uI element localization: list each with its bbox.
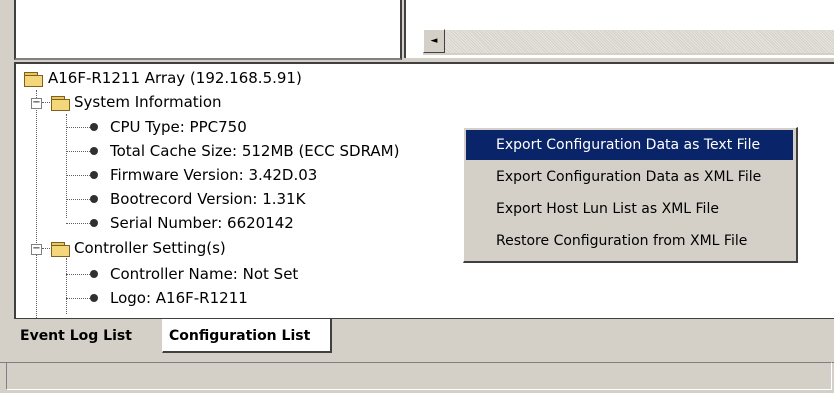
tree-node-system-information[interactable]: − System Information bbox=[31, 90, 331, 114]
tree-node-label: Controller Setting(s) bbox=[74, 239, 226, 257]
tree-leaf-label: CPU Type: PPC750 bbox=[110, 118, 247, 136]
tree-leaf-bootrecord-version[interactable]: Bootrecord Version: 1.31K bbox=[66, 187, 426, 211]
top-left-pane bbox=[14, 0, 402, 60]
bullet-icon bbox=[90, 195, 98, 203]
collapse-icon[interactable]: − bbox=[31, 244, 42, 255]
tab-event-log-list[interactable]: Event Log List bbox=[14, 321, 154, 351]
tree-root-label: A16F-R1211 Array (192.168.5.91) bbox=[48, 69, 302, 87]
folder-icon bbox=[24, 72, 43, 87]
bullet-icon bbox=[90, 123, 98, 131]
menu-item-export-xml[interactable]: Export Configuration Data as XML File bbox=[466, 162, 793, 192]
folder-icon bbox=[51, 96, 70, 111]
collapse-icon[interactable]: − bbox=[31, 98, 42, 109]
bullet-icon bbox=[90, 270, 98, 278]
tree-leaf-cpu-type[interactable]: CPU Type: PPC750 bbox=[66, 115, 426, 139]
tree-root-node[interactable]: A16F-R1211 Array (192.168.5.91) bbox=[24, 66, 424, 90]
tree-connector bbox=[66, 127, 90, 128]
tree-leaf-logo[interactable]: Logo: A16F-R1211 bbox=[66, 286, 426, 310]
tree-connector bbox=[66, 151, 90, 152]
tree-leaf-label: Firmware Version: 3.42D.03 bbox=[110, 166, 318, 184]
tree-connector bbox=[66, 274, 90, 275]
scroll-left-button[interactable]: ◄ bbox=[423, 29, 445, 53]
tree-connector bbox=[66, 175, 90, 176]
tree-connector bbox=[66, 223, 90, 224]
tab-configuration-list[interactable]: Configuration List bbox=[162, 319, 332, 353]
scroll-track[interactable] bbox=[445, 29, 834, 53]
tree-leaf-label: Serial Number: 6620142 bbox=[110, 214, 294, 232]
menu-item-restore-config[interactable]: Restore Configuration from XML File bbox=[466, 226, 793, 256]
tab-bar: Event Log List Configuration List bbox=[14, 318, 834, 353]
folder-icon bbox=[51, 242, 70, 257]
tree-node-label: System Information bbox=[74, 93, 222, 111]
tree-leaf-serial-number[interactable]: Serial Number: 6620142 bbox=[66, 211, 426, 235]
tree-leaf-label: Total Cache Size: 512MB (ECC SDRAM) bbox=[110, 142, 400, 160]
tree-connector bbox=[66, 199, 90, 200]
bullet-icon bbox=[90, 219, 98, 227]
tree-connector bbox=[42, 102, 50, 103]
tree-connector bbox=[36, 107, 37, 245]
menu-item-export-text[interactable]: Export Configuration Data as Text File bbox=[466, 130, 793, 160]
tree-leaf-firmware-version[interactable]: Firmware Version: 3.42D.03 bbox=[66, 163, 426, 187]
status-bar-field bbox=[6, 362, 832, 390]
left-arrow-icon: ◄ bbox=[430, 36, 438, 46]
tree-leaf-controller-name[interactable]: Controller Name: Not Set bbox=[66, 262, 426, 286]
tree-connector bbox=[36, 250, 37, 318]
tree-leaf-cache-size[interactable]: Total Cache Size: 512MB (ECC SDRAM) bbox=[66, 139, 466, 163]
tree-leaf-label: Controller Name: Not Set bbox=[110, 265, 299, 283]
tree-leaf-label: Logo: A16F-R1211 bbox=[110, 289, 248, 307]
tree-connector bbox=[42, 248, 50, 249]
tree-connector bbox=[66, 298, 90, 299]
tree-leaf-label: Bootrecord Version: 1.31K bbox=[110, 190, 306, 208]
bullet-icon bbox=[90, 294, 98, 302]
context-menu: Export Configuration Data as Text File E… bbox=[463, 127, 798, 263]
tree-node-controller-settings[interactable]: − Controller Setting(s) bbox=[31, 236, 331, 260]
bullet-icon bbox=[90, 147, 98, 155]
bullet-icon bbox=[90, 171, 98, 179]
horizontal-scrollbar[interactable]: ◄ bbox=[423, 29, 834, 55]
menu-item-export-host-lun[interactable]: Export Host Lun List as XML File bbox=[466, 194, 793, 224]
